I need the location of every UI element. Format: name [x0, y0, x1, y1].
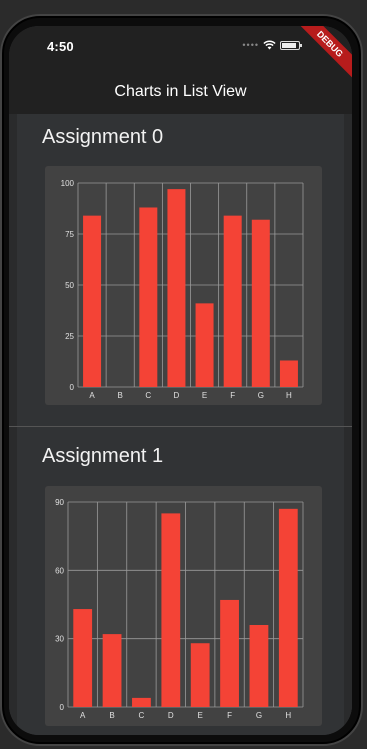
y-tick-label: 90: [55, 498, 64, 507]
x-tick-label: G: [258, 391, 264, 400]
bar: [73, 609, 93, 707]
phone-screen: 4:50 •••• Charts in List View DEBUG Assi…: [9, 26, 352, 735]
y-tick-label: 60: [55, 566, 64, 575]
battery-icon: [280, 40, 302, 50]
bar: [195, 303, 214, 387]
y-tick-label: 30: [55, 635, 64, 644]
x-tick-label: C: [145, 391, 151, 400]
app-bar: Charts in List View: [9, 70, 352, 114]
bar: [132, 697, 151, 707]
x-tick-label: A: [89, 391, 95, 400]
x-tick-label: F: [230, 391, 235, 400]
bar: [249, 625, 269, 707]
bar: [83, 215, 102, 387]
chart-list[interactable]: Assignment 0 0 25 50 75 100 A B C D E F G H Assignme…: [9, 114, 352, 735]
y-tick-label: 75: [65, 230, 74, 239]
bar-chart-1: 0 30 60 90 A B C D E F G H: [55, 498, 304, 720]
x-tick-label: E: [202, 391, 207, 400]
bar: [161, 513, 181, 707]
bar: [278, 508, 298, 707]
chart-card-0: 0 25 50 75 100 A B C D E F G H: [45, 166, 322, 405]
app-bar-title: Charts in List View: [114, 83, 247, 100]
bar: [167, 189, 186, 387]
chart-title-1: Assignment 1: [42, 445, 164, 467]
chart-title-0: Assignment 0: [42, 126, 164, 148]
x-tick-label: D: [168, 711, 174, 720]
signal-icon: ••••: [242, 40, 259, 50]
y-tick-label: 0: [70, 383, 75, 392]
bar: [220, 599, 239, 707]
system-icons: ••••: [242, 40, 302, 50]
bar: [251, 219, 270, 387]
x-tick-label: D: [174, 391, 180, 400]
x-tick-label: B: [109, 711, 114, 720]
bar: [190, 643, 210, 707]
x-tick-label: F: [227, 711, 232, 720]
x-tick-label: A: [80, 711, 86, 720]
x-tick-label: H: [286, 391, 292, 400]
y-tick-label: 50: [65, 281, 74, 290]
bar: [279, 360, 298, 387]
bar: [102, 634, 122, 707]
x-tick-label: E: [198, 711, 203, 720]
y-tick-label: 0: [60, 703, 65, 712]
y-tick-label: 100: [61, 179, 75, 188]
status-bar: 4:50 ••••: [9, 26, 352, 70]
x-tick-label: B: [118, 391, 123, 400]
bar: [139, 207, 158, 387]
list-item-assignment-1[interactable]: Assignment 1 0 30 60 90 A B C D E F G H: [9, 427, 352, 735]
x-tick-label: H: [285, 711, 291, 720]
list-item-assignment-0[interactable]: Assignment 0 0 25 50 75 100 A B C D E F G H: [9, 114, 352, 427]
chart-card-1: 0 30 60 90 A B C D E F G H: [45, 486, 322, 726]
status-time: 4:50: [47, 39, 74, 54]
x-tick-label: C: [139, 711, 145, 720]
bar-chart-0: 0 25 50 75 100 A B C D E F G H: [61, 179, 304, 400]
wifi-icon: [263, 40, 276, 50]
y-tick-label: 25: [65, 332, 74, 341]
bar: [223, 215, 242, 387]
x-tick-label: G: [256, 711, 262, 720]
